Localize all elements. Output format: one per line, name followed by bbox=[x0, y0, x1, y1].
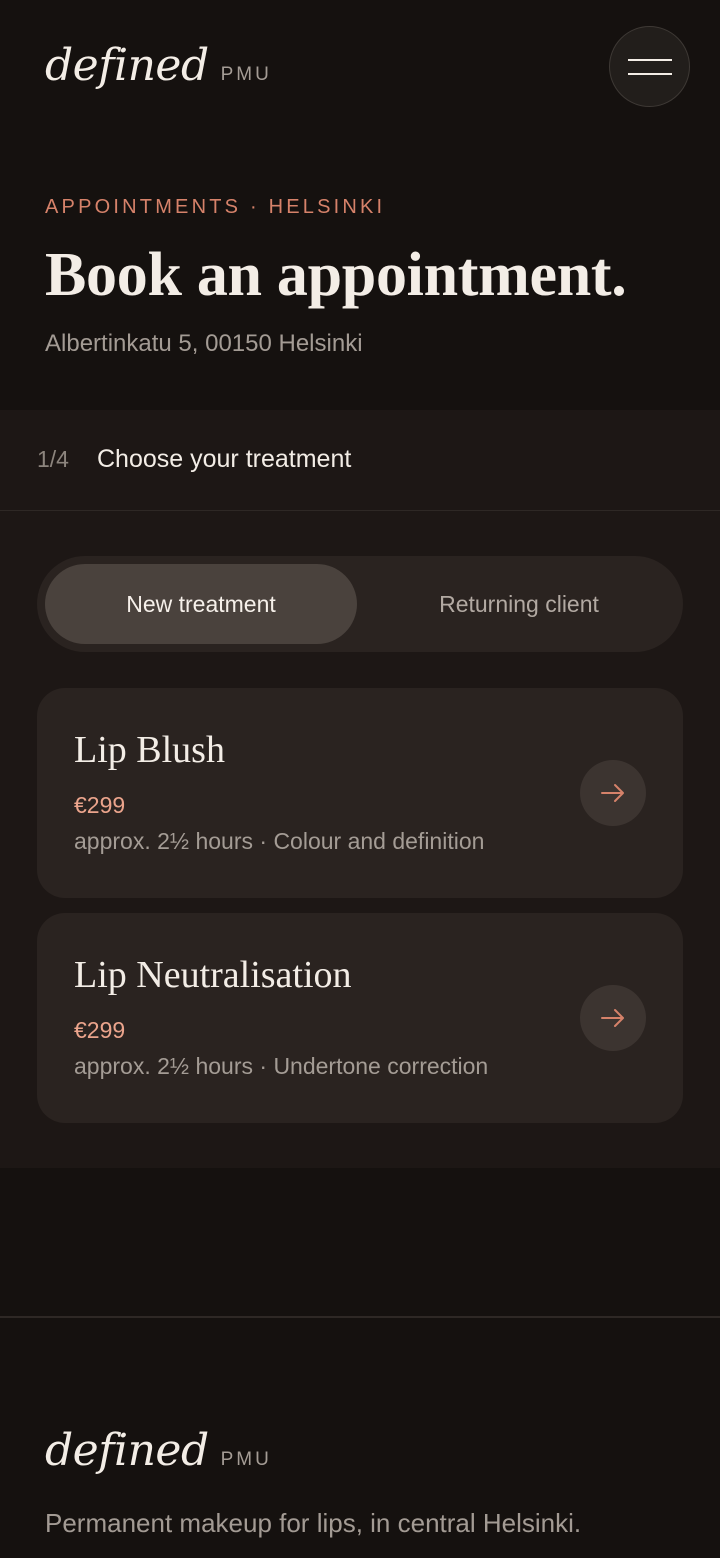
step-header: 1/4 Choose your treatment bbox=[0, 410, 720, 511]
arrow-right-icon bbox=[601, 1009, 624, 1027]
step-title: Choose your treatment bbox=[97, 445, 352, 473]
brand-suffix: PMU bbox=[220, 64, 272, 85]
treatment-name: Lip Blush bbox=[74, 729, 225, 771]
booking-page: defined PMU APPOINTMENTS · HELSINKI Book… bbox=[0, 0, 720, 1558]
footer-tagline: Permanent makeup for lips, in central He… bbox=[45, 1508, 582, 1538]
treatment-name: Lip Neutralisation bbox=[74, 954, 352, 996]
brand-wordmark: defined bbox=[45, 40, 209, 91]
booking-panel: 1/4 Choose your treatment New treatment … bbox=[0, 410, 720, 1168]
menu-button[interactable] bbox=[609, 26, 690, 107]
client-type-toggle: New treatment Returning client bbox=[37, 556, 683, 652]
treatment-price: €299 bbox=[74, 792, 126, 818]
hamburger-menu-icon bbox=[627, 58, 672, 61]
treatment-card-lip-neutralisation[interactable]: Lip Neutralisation €299 approx. 2½ hours… bbox=[37, 913, 683, 1123]
treatment-details: approx. 2½ hours · Undertone correction bbox=[74, 1053, 489, 1079]
select-treatment-button[interactable] bbox=[580, 985, 646, 1051]
brand-logo[interactable]: defined PMU bbox=[45, 40, 272, 91]
arrow-right-icon bbox=[601, 784, 624, 802]
treatment-details: approx. 2½ hours · Colour and definition bbox=[74, 828, 485, 854]
hamburger-menu-icon-line bbox=[627, 72, 672, 75]
select-treatment-button[interactable] bbox=[580, 760, 646, 826]
page-title: Book an appointment. bbox=[45, 241, 627, 309]
new-treatment-tab[interactable]: New treatment bbox=[45, 564, 357, 644]
footer-divider bbox=[0, 1316, 720, 1318]
footer-brand-suffix: PMU bbox=[220, 1449, 272, 1470]
returning-client-tab[interactable]: Returning client bbox=[363, 564, 675, 644]
treatment-card-lip-blush[interactable]: Lip Blush €299 approx. 2½ hours · Colour… bbox=[37, 688, 683, 898]
treatment-price: €299 bbox=[74, 1017, 126, 1043]
studio-address: Albertinkatu 5, 00150 Helsinki bbox=[45, 330, 363, 357]
step-counter: 1/4 bbox=[37, 446, 69, 472]
footer-brand-wordmark: defined bbox=[45, 1425, 209, 1476]
site-header: defined PMU bbox=[0, 0, 720, 134]
page-eyebrow: APPOINTMENTS · HELSINKI bbox=[45, 196, 386, 218]
footer-brand-logo[interactable]: defined PMU bbox=[45, 1425, 272, 1476]
